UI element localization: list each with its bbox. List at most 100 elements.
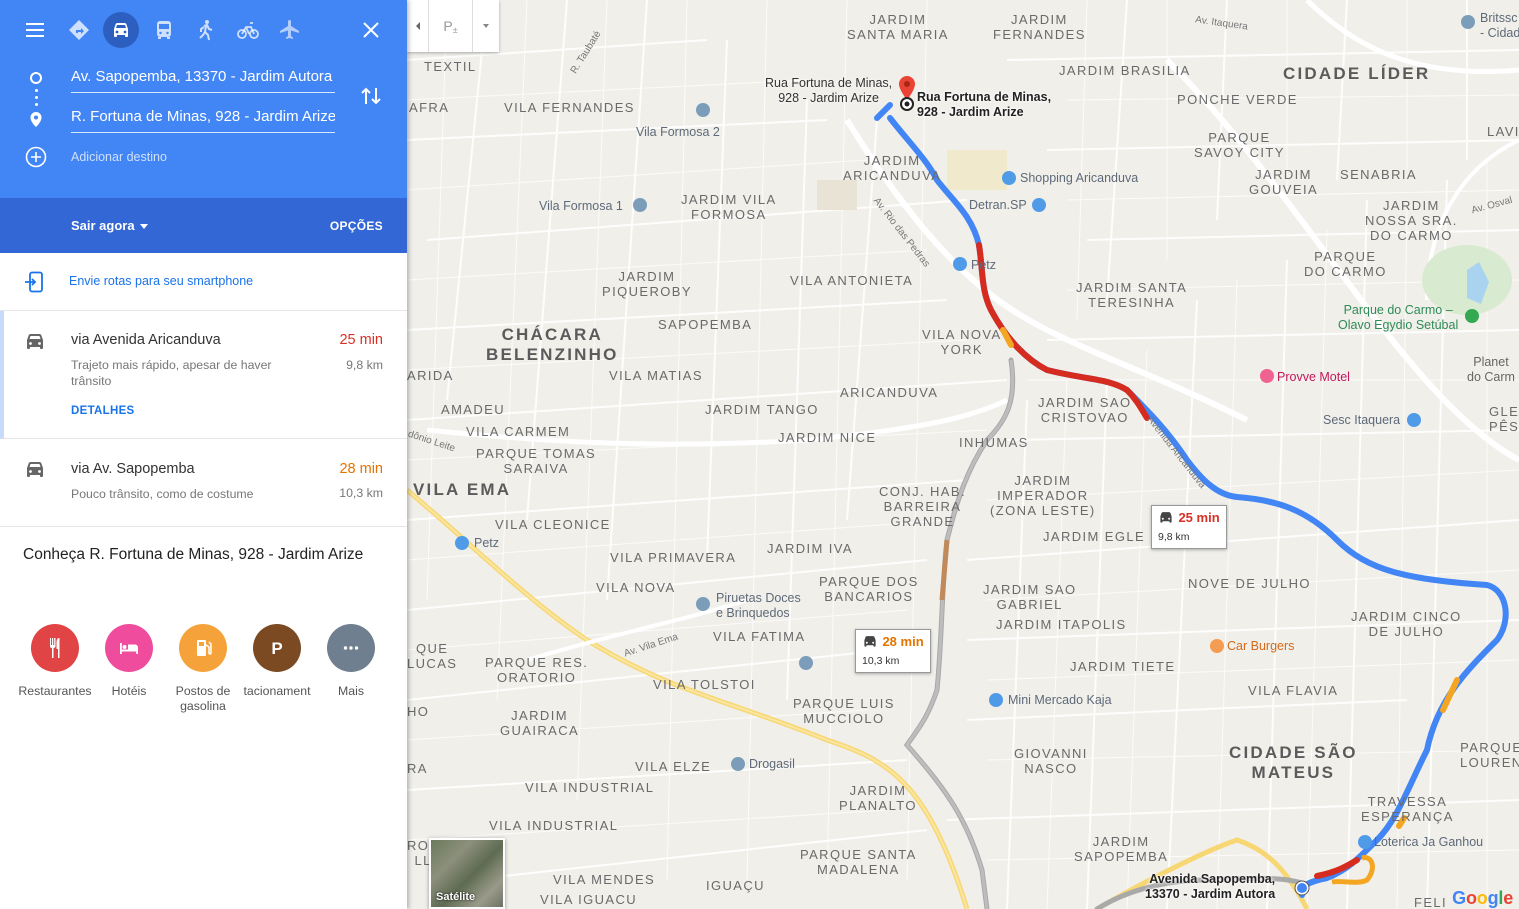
send-to-phone-link[interactable]: Envie rotas para seu smartphone	[69, 274, 253, 288]
map-label: HO	[407, 704, 430, 719]
options-button[interactable]: OPÇÕES	[330, 219, 383, 233]
map-label: JARDIM IMPERADOR (ZONA LESTE)	[990, 473, 1096, 518]
add-destination-link[interactable]: Adicionar destino	[71, 150, 167, 164]
category-more[interactable]: Mais	[306, 624, 396, 699]
map-poi-label[interactable]: Sesc Itaquera	[1323, 413, 1400, 428]
map-label: VILA ANTONIETA	[790, 273, 914, 288]
map-label: PARQUE SANTA MADALENA	[800, 847, 917, 877]
map-label: PARQUE RES. ORATORIO	[485, 655, 589, 685]
map-poi-label[interactable]: Vila Formosa 2	[636, 125, 720, 140]
map-label: VILA PRIMAVERA	[610, 550, 737, 565]
map-label: CONJ. HAB. BARREIRA GRANDE	[879, 484, 966, 529]
map-poi-label[interactable]: Car Burgers	[1227, 639, 1294, 654]
map-poi-label[interactable]: Petz	[971, 258, 996, 273]
map-label: CHÁCARA BELENZINHO	[486, 325, 619, 364]
route-distance: 10,3 km	[862, 655, 900, 667]
route-dots	[35, 89, 38, 92]
mode-flight-button[interactable]	[272, 12, 308, 48]
route-option-1[interactable]: via Avenida Aricanduva Trajeto mais rápi…	[0, 311, 407, 439]
send-to-phone-icon	[25, 271, 43, 293]
hotel-icon	[105, 624, 153, 672]
destination-label[interactable]: Rua Fortuna de Minas, 928 - Jardim Arize	[917, 90, 1051, 120]
map-label: JARDIM GUAIRACA	[500, 708, 580, 738]
map-label: Rua Fortuna de Minas, 928 - Jardim Arize	[765, 76, 893, 105]
map-label: JARDIM SANTA TERESINHA	[1076, 280, 1188, 310]
map-label: TEXTIL	[424, 59, 477, 74]
destination-marker-icon	[899, 76, 915, 100]
map-poi-label[interactable]: Detran.SP	[969, 198, 1027, 213]
route-option-2[interactable]: via Av. Sapopemba Pouco trânsito, como d…	[0, 440, 407, 527]
map-label: JARDIM PIQUEROBY	[602, 269, 692, 299]
car-icon	[27, 334, 43, 349]
more-icon	[327, 624, 375, 672]
map-poi-label[interactable]: Shopping Aricanduva	[1020, 171, 1138, 186]
map-label: NOVE DE JULHO	[1188, 576, 1311, 591]
map-label: ARIDA	[407, 368, 454, 383]
map-poi-label[interactable]: Petz	[474, 536, 499, 551]
map-label: PARQUE SAVOY CITY	[1194, 130, 1285, 160]
route-description: Trajeto mais rápido, apesar de haver trâ…	[71, 358, 272, 388]
swap-icon[interactable]	[360, 84, 382, 108]
map-label: VILA ELZE	[635, 759, 712, 774]
map-poi-label[interactable]: Parque do Carmo – Olavo Egydio Setúbal	[1338, 303, 1458, 333]
menu-button[interactable]	[17, 12, 53, 48]
map-label: JARDIM NOSSA SRA. DO CARMO	[1365, 198, 1458, 243]
map-label: VILA CARMEM	[466, 424, 571, 439]
dropdown-caret-icon[interactable]	[140, 224, 148, 229]
mode-best-button[interactable]	[61, 12, 97, 48]
map-label: JARDIM TIETE	[1070, 659, 1176, 674]
route-dots	[35, 96, 38, 99]
map-top-controls: P ±	[407, 0, 499, 52]
mode-bike-button[interactable]	[230, 12, 266, 48]
destination-input[interactable]: R. Fortuna de Minas, 928 - Jardim Arize	[71, 107, 335, 133]
map-label: CIDADE LÍDER	[1283, 64, 1431, 83]
send-to-phone-row[interactable]: Envie rotas para seu smartphone	[0, 253, 407, 311]
map-label: PARQUE TOMAS SARAIVA	[476, 446, 597, 476]
map-label: JARDIM BRASILIA	[1059, 63, 1191, 78]
map-poi-label[interactable]: Drogasil	[749, 757, 795, 772]
bicycle-icon	[237, 22, 259, 39]
map-canvas[interactable]: JARDIM SANTA MARIA JARDIM FERNANDES CIDADE…	[407, 0, 1519, 909]
route-callout-2[interactable]: 28 min 10,3 km	[855, 629, 931, 673]
map-label: PARQUE LUIS MUCCIOLO	[793, 696, 895, 726]
map-poi-label[interactable]: Provve Motel	[1277, 370, 1350, 385]
map-label: VILA INDUSTRIAL	[525, 780, 655, 795]
map-label: VILA MENDES	[553, 872, 656, 887]
mode-car-button[interactable]	[103, 12, 139, 48]
route-callout-1[interactable]: 25 min 9,8 km	[1151, 505, 1227, 549]
map-poi-label[interactable]: Loterica Ja Ganhou	[1374, 835, 1483, 850]
route-dots	[35, 103, 38, 106]
map-label: JARDIM ARICANDUVA	[843, 153, 942, 183]
map-label: VILA CLEONICE	[495, 517, 611, 532]
map-poi-label[interactable]: Mini Mercado Kaja	[1008, 693, 1112, 708]
close-button[interactable]	[353, 12, 389, 48]
origin-label[interactable]: Avenida Sapopemba, 13370 - Jardim Autora	[1145, 872, 1275, 902]
origin-input[interactable]: Av. Sapopemba, 13370 - Jardim Autora	[71, 67, 335, 93]
map-label: VILA TOLSTOI	[653, 677, 756, 692]
layer-dropdown-button[interactable]	[473, 0, 499, 52]
explore-title: Conheça R. Fortuna de Minas, 928 - Jardi…	[23, 546, 364, 563]
route-duration: 28 min	[339, 461, 383, 477]
map-label: JARDIM FERNANDES	[993, 12, 1086, 42]
map-poi-label[interactable]: Vila Formosa 1	[539, 199, 623, 214]
route-details-link[interactable]: DETALHES	[71, 405, 135, 417]
map-label: PARQUE DOS BANCARIOS	[819, 574, 919, 604]
route-via-label: via Av. Sapopemba	[71, 461, 195, 477]
map-label: JARDIM SAO GABRIEL	[983, 582, 1077, 612]
walk-icon	[199, 20, 213, 41]
map-label: JARDIM SAPOPEMBA	[1074, 834, 1169, 864]
add-destination-icon[interactable]	[25, 146, 47, 168]
satellite-toggle[interactable]: Satélite	[429, 838, 505, 909]
map-poi-label[interactable]: Britssc - Cidad	[1480, 11, 1519, 41]
map-label: GLE PÊS	[1489, 404, 1519, 434]
mode-walk-button[interactable]	[188, 12, 224, 48]
collapse-panel-button[interactable]	[407, 0, 429, 52]
map-poi-label[interactable]: Piruetas Doces e Brinquedos	[716, 591, 801, 621]
car-icon	[27, 462, 43, 477]
route-distance: 10,3 km	[339, 486, 383, 500]
mode-transit-button[interactable]	[146, 12, 182, 48]
depart-time-dropdown[interactable]: Sair agora	[71, 218, 135, 233]
restaurant-icon	[31, 624, 79, 672]
map-label: SENABRIA	[1340, 167, 1417, 182]
parking-layer-button[interactable]: P ±	[429, 0, 473, 52]
